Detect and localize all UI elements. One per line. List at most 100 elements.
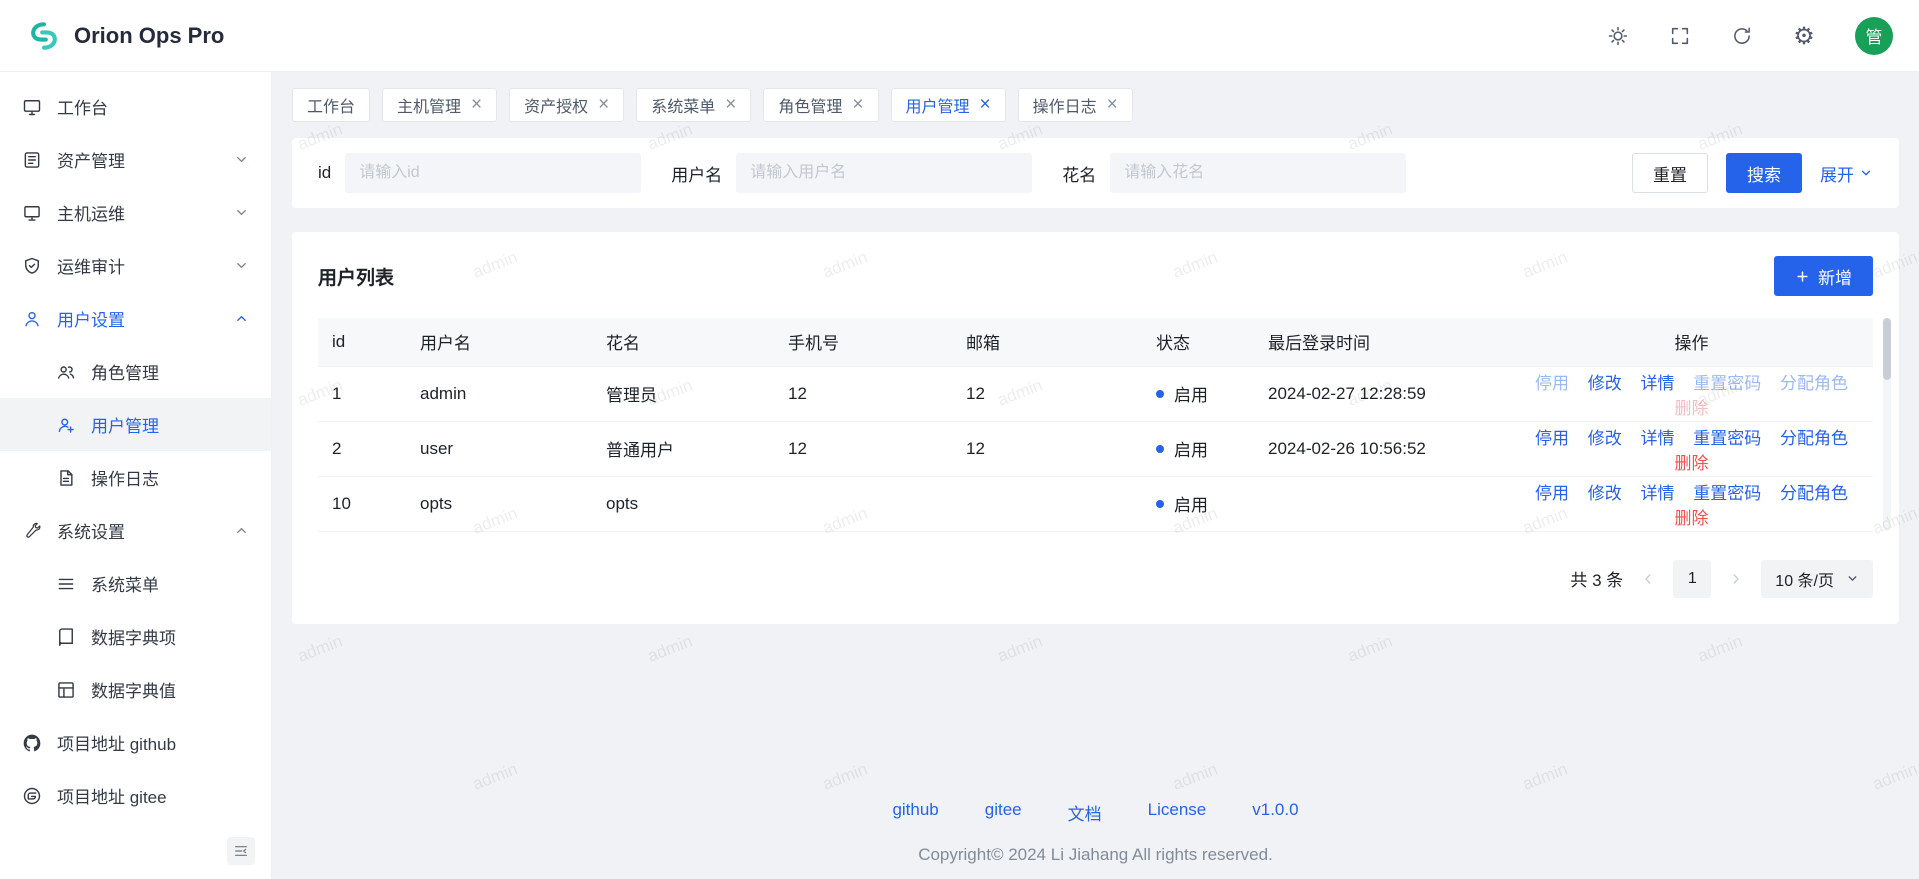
action-assign-role[interactable]: 分配角色 [1780, 484, 1848, 503]
table-scrollbar-thumb[interactable] [1883, 318, 1891, 380]
github-icon [22, 733, 42, 753]
sidebar-subitem-dict-value[interactable]: 数据字典值 [0, 663, 271, 716]
tab-user-mgmt[interactable]: 用户管理 × [891, 88, 1006, 122]
chevron-down-icon [234, 258, 249, 273]
action-assign-role: 分配角色 [1780, 374, 1848, 393]
tab-close-icon[interactable]: × [852, 95, 863, 114]
sidebar-item-sys-settings[interactable]: 系统设置 [0, 504, 271, 557]
col-id: id [318, 318, 406, 366]
sidebar-subitem-op-log[interactable]: 操作日志 [0, 451, 271, 504]
action-edit[interactable]: 修改 [1588, 429, 1622, 448]
fullscreen-icon[interactable] [1669, 25, 1691, 47]
cell-actions: 停用 修改 详情 重置密码 分配角色 删除 [1510, 421, 1873, 476]
sidebar-item-gitee[interactable]: 项目地址 gitee [0, 769, 271, 822]
action-detail[interactable]: 详情 [1641, 484, 1675, 503]
sidebar-item-label: 用户设置 [57, 306, 125, 331]
footer-link-version[interactable]: v1.0.0 [1252, 800, 1298, 825]
sidebar-item-label: 主机运维 [57, 200, 125, 225]
search-button[interactable]: 搜索 [1726, 153, 1802, 193]
sidebar-item-asset-mgmt[interactable]: 资产管理 [0, 133, 271, 186]
plus-icon [1795, 269, 1810, 284]
tab-close-icon[interactable]: × [980, 95, 991, 114]
sidebar-collapse-button[interactable] [227, 837, 255, 865]
sidebar-item-host-ops[interactable]: 主机运维 [0, 186, 271, 239]
id-input[interactable] [345, 153, 641, 193]
sidebar-item-ops-audit[interactable]: 运维审计 [0, 239, 271, 292]
action-detail[interactable]: 详情 [1641, 374, 1675, 393]
tab-close-icon[interactable]: × [598, 95, 609, 114]
add-user-button[interactable]: 新增 [1774, 256, 1873, 296]
table-header-row: id 用户名 花名 手机号 邮箱 状态 最后登录时间 操作 [318, 318, 1873, 366]
expand-toggle[interactable]: 展开 [1820, 161, 1873, 186]
pagination-next-icon[interactable] [1727, 570, 1745, 588]
action-edit[interactable]: 修改 [1588, 374, 1622, 393]
table-row: 1 admin 管理员 12 12 启用 2024-02-27 12:28:59… [318, 366, 1873, 421]
cell-status: 启用 [1142, 421, 1254, 476]
tab-op-log[interactable]: 操作日志 × [1018, 88, 1133, 122]
tab-host-mgmt[interactable]: 主机管理 × [382, 88, 497, 122]
status-badge: 启用 [1174, 381, 1208, 406]
footer: github gitee 文档 License v1.0.0 Copyright… [272, 782, 1919, 879]
tab-workbench[interactable]: 工作台 [292, 88, 370, 122]
tab-close-icon[interactable]: × [725, 95, 736, 114]
sidebar-subitem-role-mgmt[interactable]: 角色管理 [0, 345, 271, 398]
status-dot [1156, 500, 1164, 508]
tab-asset-auth[interactable]: 资产授权 × [509, 88, 624, 122]
action-assign-role[interactable]: 分配角色 [1780, 429, 1848, 448]
page-size-select[interactable]: 10 条/页 [1761, 560, 1873, 598]
table-row: 2 user 普通用户 12 12 启用 2024-02-26 10:56:52… [318, 421, 1873, 476]
action-disable[interactable]: 停用 [1535, 484, 1569, 503]
tab-sys-menu[interactable]: 系统菜单 × [636, 88, 751, 122]
footer-link-docs[interactable]: 文档 [1068, 800, 1102, 825]
tab-role-mgmt[interactable]: 角色管理 × [763, 88, 878, 122]
sidebar-subitem-sys-menu[interactable]: 系统菜单 [0, 557, 271, 610]
user-add-icon [56, 415, 76, 435]
action-reset-password: 重置密码 [1693, 374, 1761, 393]
action-edit[interactable]: 修改 [1588, 484, 1622, 503]
col-phone: 手机号 [774, 318, 952, 366]
search-field-nickname: 花名 [1062, 153, 1406, 193]
cell-phone: 12 [774, 366, 952, 421]
cell-actions: 停用 修改 详情 重置密码 分配角色 删除 [1510, 366, 1873, 421]
cell-id: 2 [318, 421, 406, 476]
tab-label: 工作台 [307, 93, 355, 117]
chevron-down-icon [1846, 572, 1859, 585]
cell-last-login [1254, 476, 1510, 531]
footer-link-license[interactable]: License [1148, 800, 1207, 825]
tab-close-icon[interactable]: × [471, 95, 482, 114]
theme-toggle-icon[interactable] [1607, 25, 1629, 47]
action-delete[interactable]: 删除 [1675, 509, 1709, 528]
pagination-prev-icon[interactable] [1639, 570, 1657, 588]
tab-close-icon[interactable]: × [1107, 95, 1118, 114]
sidebar-item-github[interactable]: 项目地址 github [0, 716, 271, 769]
sidebar-subitem-dict-item[interactable]: 数据字典项 [0, 610, 271, 663]
col-nickname: 花名 [592, 318, 774, 366]
username-input[interactable] [736, 153, 1032, 193]
footer-links: github gitee 文档 License v1.0.0 [272, 800, 1919, 825]
gitee-icon [22, 786, 42, 806]
settings-gear-icon[interactable]: ⚙ [1793, 25, 1815, 47]
sidebar-item-label: 角色管理 [91, 359, 159, 384]
footer-link-gitee[interactable]: gitee [985, 800, 1022, 825]
cell-phone: 12 [774, 421, 952, 476]
cell-nickname: 管理员 [592, 366, 774, 421]
host-ops-icon [22, 203, 42, 223]
action-reset-password[interactable]: 重置密码 [1693, 429, 1761, 448]
user-avatar[interactable]: 管 [1855, 17, 1893, 55]
sidebar-item-workbench[interactable]: 工作台 [0, 80, 271, 133]
footer-link-github[interactable]: github [892, 800, 938, 825]
status-dot [1156, 390, 1164, 398]
reset-button[interactable]: 重置 [1632, 153, 1708, 193]
refresh-icon[interactable] [1731, 25, 1753, 47]
action-reset-password[interactable]: 重置密码 [1693, 484, 1761, 503]
pagination-page-1[interactable]: 1 [1673, 560, 1711, 598]
action-delete[interactable]: 删除 [1675, 454, 1709, 473]
brand: Orion Ops Pro [26, 18, 224, 54]
tab-label: 角色管理 [778, 93, 842, 117]
cell-nickname: 普通用户 [592, 421, 774, 476]
action-detail[interactable]: 详情 [1641, 429, 1675, 448]
sidebar-item-user-settings[interactable]: 用户设置 [0, 292, 271, 345]
sidebar-subitem-user-mgmt[interactable]: 用户管理 [0, 398, 271, 451]
action-disable[interactable]: 停用 [1535, 429, 1569, 448]
nickname-input[interactable] [1110, 153, 1406, 193]
